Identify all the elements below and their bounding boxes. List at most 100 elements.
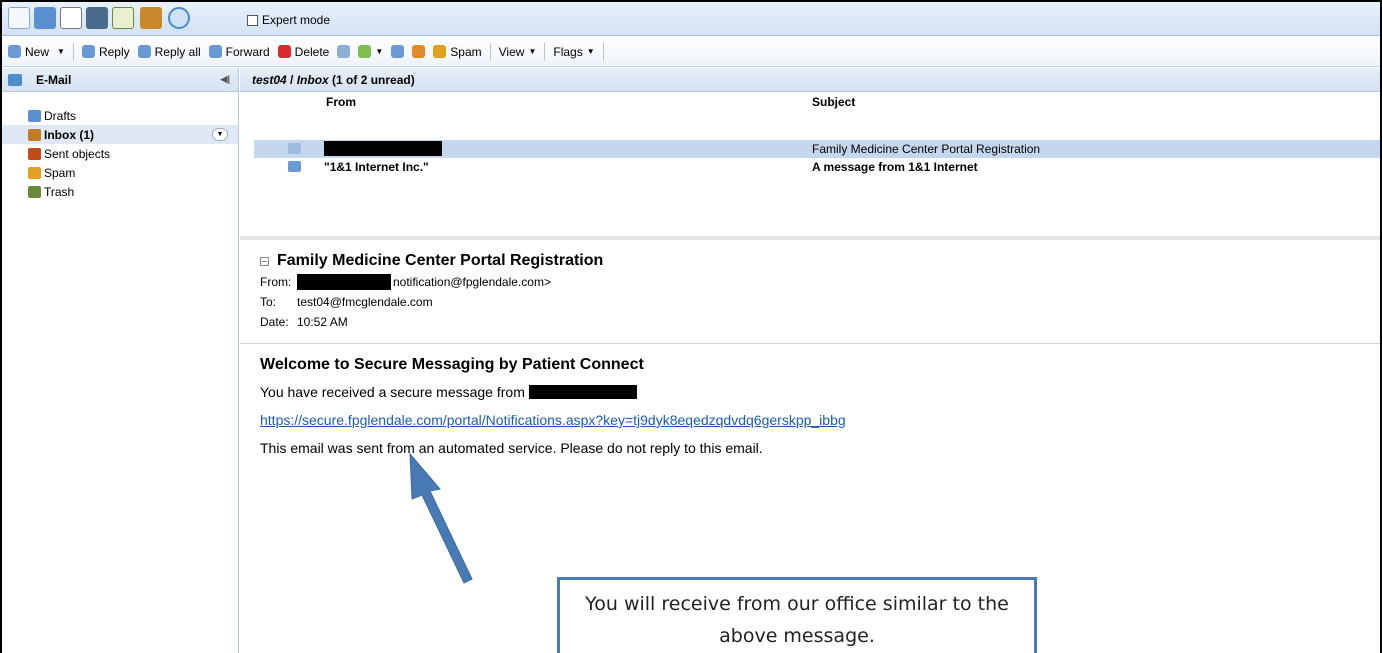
message-sender: "1&1 Internet Inc." xyxy=(324,160,429,174)
reply-icon xyxy=(81,45,95,58)
spam-icon xyxy=(433,45,447,58)
settings-icon[interactable] xyxy=(168,7,190,29)
to-label: To: xyxy=(260,295,277,309)
folder-pane: E-Mail ◀| Drafts Inbox (1) ▼ Sent object… xyxy=(2,68,239,653)
breadcrumb-user: test04 xyxy=(252,72,287,87)
flags-menu-button[interactable]: Flags ▼ xyxy=(553,45,594,59)
delete-label: Delete xyxy=(294,44,330,59)
briefcase-icon[interactable] xyxy=(140,7,162,29)
trash-icon xyxy=(28,185,41,198)
redacted-sender xyxy=(297,274,391,290)
from-address[interactable]: notification@fpglendale.com> xyxy=(393,275,551,289)
body-heading: Welcome to Secure Messaging by Patient C… xyxy=(260,356,644,373)
folder-label: Inbox (1) xyxy=(44,127,94,142)
print-button[interactable] xyxy=(337,45,351,58)
new-label: New xyxy=(25,44,50,59)
redacted-sender xyxy=(324,141,442,156)
reply-all-button[interactable]: Reply all xyxy=(137,44,201,59)
folder-options-dropdown[interactable]: ▼ xyxy=(212,128,228,141)
chevron-down-icon: ▼ xyxy=(375,47,384,56)
callout-box: You will receive from our office similar… xyxy=(557,577,1037,653)
message-title-text: Family Medicine Center Portal Registrati… xyxy=(277,252,604,269)
to-address[interactable]: test04@fmcglendale.com xyxy=(297,295,433,309)
folder-label: Trash xyxy=(44,184,75,199)
callout-text: You will receive from our office similar… xyxy=(585,593,1009,647)
header-from: From: notification@fpglendale.com> xyxy=(260,274,1380,290)
chevron-down-icon: ▼ xyxy=(528,47,537,56)
folder-inbox[interactable]: Inbox (1) ▼ xyxy=(2,125,238,144)
reply-button[interactable]: Reply xyxy=(81,45,130,59)
from-label: From: xyxy=(260,275,292,289)
forward-label: Forward xyxy=(225,44,270,59)
mail-icon[interactable] xyxy=(34,7,56,29)
message-subject: A message from 1&1 Internet xyxy=(812,160,978,174)
body-link-line: https://secure.fpglendale.com/portal/Not… xyxy=(260,412,1380,428)
message-row[interactable]: Family Medicine Center Portal Registrati… xyxy=(254,140,1380,158)
toolbar-divider xyxy=(602,42,604,61)
message-body: Welcome to Secure Messaging by Patient C… xyxy=(240,344,1380,456)
date-label: Date: xyxy=(260,315,289,329)
drafts-icon xyxy=(28,109,41,122)
tasks-icon[interactable] xyxy=(112,7,134,29)
message-list: From Subject Family Medicine Center Port… xyxy=(240,92,1380,240)
flags-label: Flags xyxy=(553,44,583,59)
unread-mail-icon xyxy=(288,161,301,172)
tag-button[interactable] xyxy=(412,45,426,58)
delete-button[interactable]: Delete xyxy=(277,44,330,59)
portal-link[interactable]: https://secure.fpglendale.com/portal/Not… xyxy=(260,412,846,428)
reply-all-label: Reply all xyxy=(154,44,201,59)
toolbar-divider xyxy=(72,42,74,61)
chevron-down-icon: ▼ xyxy=(586,47,595,56)
message-header: − Family Medicine Center Portal Registra… xyxy=(240,244,1380,344)
mark-button[interactable] xyxy=(391,45,405,58)
move-icon xyxy=(358,45,372,58)
column-header-from[interactable]: From xyxy=(326,95,356,109)
app-window: Expert mode New ▼ Reply Reply all Forwar… xyxy=(0,0,1382,653)
folder-pane-title: E-Mail xyxy=(36,72,72,87)
message-row[interactable]: "1&1 Internet Inc." A message from 1&1 I… xyxy=(254,158,1380,176)
move-button[interactable]: ▼ xyxy=(358,45,383,58)
calendar-icon[interactable] xyxy=(60,7,82,29)
new-button[interactable]: New xyxy=(8,45,49,59)
folder-pane-header: E-Mail ◀| xyxy=(2,68,238,92)
expert-mode-checkbox[interactable] xyxy=(247,14,258,26)
body-line: You have received a secure message from xyxy=(260,384,1380,400)
mail-toolbar: New ▼ Reply Reply all Forward Delete ▼ S… xyxy=(2,37,1380,67)
unread-count: (1 of 2 unread) xyxy=(332,72,415,87)
inbox-icon xyxy=(28,128,41,141)
breadcrumb-folder: Inbox xyxy=(296,72,329,87)
print-icon xyxy=(337,45,351,58)
folder-spam[interactable]: Spam xyxy=(2,163,238,182)
forward-button[interactable]: Forward xyxy=(208,44,270,59)
folder-sent-objects[interactable]: Sent objects xyxy=(2,144,238,163)
folder-trash[interactable]: Trash xyxy=(2,182,238,201)
expert-mode-label: Expert mode xyxy=(262,13,331,27)
toolbar-divider xyxy=(489,42,491,61)
folder-list: Drafts Inbox (1) ▼ Sent objects Spam Tra… xyxy=(2,92,238,201)
body-text: This email was sent from an automated se… xyxy=(260,440,763,456)
expert-mode-toggle[interactable]: Expert mode xyxy=(247,13,330,27)
collapse-header-icon[interactable]: − xyxy=(260,256,269,266)
folder-drafts[interactable]: Drafts xyxy=(2,106,238,125)
spam-button[interactable]: Spam xyxy=(433,44,482,59)
email-icon xyxy=(8,73,22,86)
folder-label: Spam xyxy=(44,165,76,180)
message-subject: Family Medicine Center Portal Registrati… xyxy=(812,142,1041,156)
body-text: You have received a secure message from xyxy=(260,384,525,400)
read-mail-icon xyxy=(288,143,301,154)
spam-icon xyxy=(28,166,41,179)
column-header-subject[interactable]: Subject xyxy=(812,95,855,109)
contacts-icon[interactable] xyxy=(86,7,108,29)
message-title: − Family Medicine Center Portal Registra… xyxy=(260,252,1380,270)
home-icon[interactable] xyxy=(8,7,30,29)
mail-content-pane: test04 / Inbox (1 of 2 unread) From Subj… xyxy=(240,68,1380,653)
app-switcher-bar: Expert mode xyxy=(2,2,1380,36)
view-menu-button[interactable]: View ▼ xyxy=(499,45,537,59)
body-line: This email was sent from an automated se… xyxy=(260,440,1380,456)
new-dropdown-button[interactable]: ▼ xyxy=(57,47,65,56)
sent-icon xyxy=(28,147,41,160)
toolbar-divider xyxy=(544,42,546,61)
spam-label: Spam xyxy=(450,44,482,59)
mark-icon xyxy=(391,45,405,58)
collapse-pane-icon[interactable]: ◀| xyxy=(221,74,230,85)
